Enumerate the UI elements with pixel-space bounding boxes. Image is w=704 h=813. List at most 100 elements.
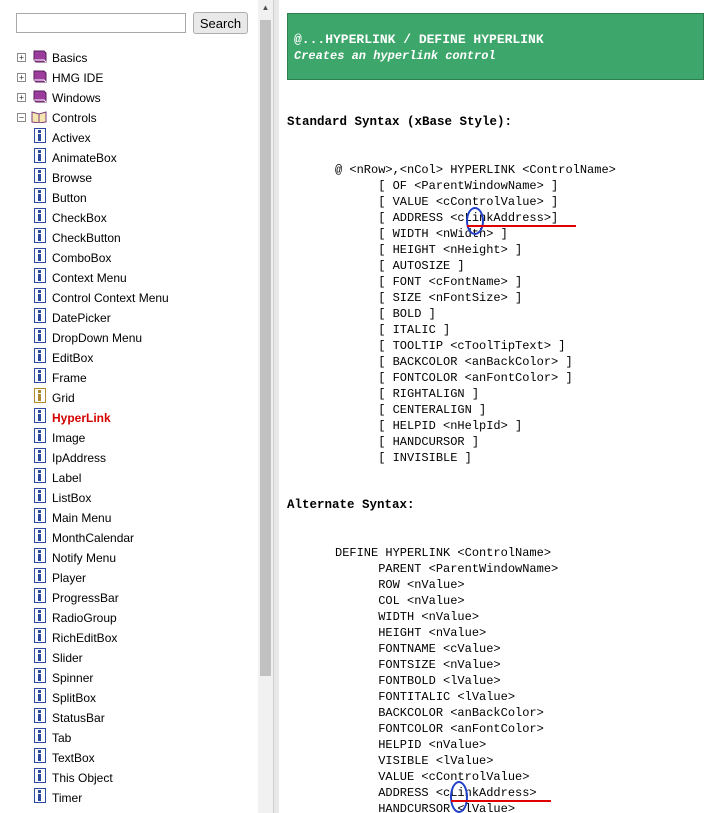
tree-item-statusbar[interactable]: StatusBar bbox=[0, 707, 250, 727]
tree-item-label: EditBox bbox=[52, 351, 94, 365]
tree-item-notify-menu[interactable]: Notify Menu bbox=[0, 547, 250, 567]
topic-page-icon bbox=[34, 288, 46, 303]
tree-item-context-menu[interactable]: Context Menu bbox=[0, 267, 250, 287]
tree-item-frame[interactable]: Frame bbox=[0, 367, 250, 387]
topic-page-icon bbox=[34, 508, 46, 523]
tree-item-label[interactable]: Label bbox=[0, 467, 250, 487]
syntax-line: PARENT <ParentWindowName> bbox=[335, 562, 559, 576]
tree-item-spinner[interactable]: Spinner bbox=[0, 667, 250, 687]
topic-subtitle: Creates an hyperlink control bbox=[294, 49, 496, 63]
tree-folder-label: Basics bbox=[52, 51, 88, 65]
annotation-underline bbox=[467, 225, 576, 227]
tree-item-hyperlink[interactable]: HyperLink bbox=[0, 407, 250, 427]
tree-item-richeditbox[interactable]: RichEditBox bbox=[0, 627, 250, 647]
topic-page-icon bbox=[34, 168, 46, 183]
annotation-circle-2 bbox=[450, 781, 468, 813]
syntax-line: [ CENTERALIGN ] bbox=[335, 403, 487, 417]
tree-item-grid[interactable]: Grid bbox=[0, 387, 250, 407]
collapse-icon[interactable]: − bbox=[17, 113, 26, 122]
expand-icon[interactable]: + bbox=[17, 53, 26, 62]
syntax-line: [ HANDCURSOR ] bbox=[335, 435, 480, 449]
syntax-line: [ HEIGHT <nHeight> ] bbox=[335, 243, 523, 257]
tree-item-radiogroup[interactable]: RadioGroup bbox=[0, 607, 250, 627]
syntax-line: WIDTH <nValue> bbox=[335, 610, 480, 624]
topic-page-icon bbox=[34, 768, 46, 783]
tree-item-listbox[interactable]: ListBox bbox=[0, 487, 250, 507]
topic-page-icon bbox=[34, 148, 46, 163]
content-pane: @...HYPERLINK / DEFINE HYPERLINK Creates… bbox=[279, 0, 704, 813]
tree-item-timer[interactable]: Timer bbox=[0, 787, 250, 807]
tree-item-label: Spinner bbox=[52, 671, 94, 685]
topic-banner: @...HYPERLINK / DEFINE HYPERLINK Creates… bbox=[287, 13, 704, 80]
tree-item-label: RichEditBox bbox=[52, 631, 118, 645]
tree-item-label: Frame bbox=[52, 371, 87, 385]
tree-item-splitbox[interactable]: SplitBox bbox=[0, 687, 250, 707]
expand-icon[interactable]: + bbox=[17, 73, 26, 82]
expand-icon[interactable]: + bbox=[17, 93, 26, 102]
topic-title: @...HYPERLINK / DEFINE HYPERLINK bbox=[294, 32, 544, 47]
tree-item-checkbox[interactable]: CheckBox bbox=[0, 207, 250, 227]
syntax-line: FONTCOLOR <anFontColor> bbox=[335, 722, 544, 736]
syntax-line: COL <nValue> bbox=[335, 594, 465, 608]
tree-item-combobox[interactable]: ComboBox bbox=[0, 247, 250, 267]
topic-page-icon bbox=[34, 228, 46, 243]
annotation-circle bbox=[466, 207, 484, 235]
tree-item-animatebox[interactable]: AnimateBox bbox=[0, 147, 250, 167]
topic-page-icon bbox=[34, 608, 46, 623]
syntax-line: VISIBLE <lValue> bbox=[335, 754, 494, 768]
tree-item-slider[interactable]: Slider bbox=[0, 647, 250, 667]
topic-page-icon bbox=[34, 688, 46, 703]
tree-item-label: Notify Menu bbox=[52, 551, 117, 565]
topic-page-icon bbox=[34, 408, 46, 423]
tree-folder-basics[interactable]: + Basics bbox=[0, 47, 250, 67]
tree-item-player[interactable]: Player bbox=[0, 567, 250, 587]
topic-page-icon bbox=[34, 348, 46, 363]
tree-item-label: HyperLink bbox=[52, 411, 111, 425]
tree-folder-label: Controls bbox=[52, 111, 97, 125]
topic-page-icon bbox=[34, 308, 46, 323]
tree-item-tab[interactable]: Tab bbox=[0, 727, 250, 747]
syntax-line: [ BOLD ] bbox=[335, 307, 436, 321]
book-icon bbox=[33, 50, 47, 63]
tree-item-textbox[interactable]: TextBox bbox=[0, 747, 250, 767]
tree-item-label: Main Menu bbox=[52, 511, 112, 525]
tree-item-image[interactable]: Image bbox=[0, 427, 250, 447]
navigation-pane: Search + Basics + HMG IDE + Windows − Controls A… bbox=[0, 0, 258, 813]
tree-item-this-object[interactable]: This Object bbox=[0, 767, 250, 787]
syntax-line: HEIGHT <nValue> bbox=[335, 626, 487, 640]
tree-folder-controls[interactable]: − Controls bbox=[0, 107, 250, 127]
tree-item-dropdown-menu[interactable]: DropDown Menu bbox=[0, 327, 250, 347]
topic-page-icon bbox=[34, 188, 46, 203]
topic-page-icon bbox=[34, 548, 46, 563]
tree-item-main-menu[interactable]: Main Menu bbox=[0, 507, 250, 527]
tree-item-checkbutton[interactable]: CheckButton bbox=[0, 227, 250, 247]
tree-item-browse[interactable]: Browse bbox=[0, 167, 250, 187]
tree-item-button[interactable]: Button bbox=[0, 187, 250, 207]
scrollbar-thumb[interactable] bbox=[260, 20, 271, 676]
tree-item-label: Timer bbox=[52, 791, 83, 805]
tree-item-monthcalendar[interactable]: MonthCalendar bbox=[0, 527, 250, 547]
tree-item-progressbar[interactable]: ProgressBar bbox=[0, 587, 250, 607]
scroll-up-arrow-icon[interactable]: ▲ bbox=[258, 0, 273, 16]
syntax-line: [ OF <ParentWindowName> ] bbox=[335, 179, 559, 193]
nav-scrollbar[interactable]: ▲ bbox=[258, 0, 273, 813]
syntax-line: [ ITALIC ] bbox=[335, 323, 451, 337]
topic-page-icon bbox=[34, 588, 46, 603]
syntax-line: VALUE <cControlValue> bbox=[335, 770, 530, 784]
tree-item-control-context-menu[interactable]: Control Context Menu bbox=[0, 287, 250, 307]
tree-item-datepicker[interactable]: DatePicker bbox=[0, 307, 250, 327]
tree-item-activex[interactable]: Activex bbox=[0, 127, 250, 147]
syntax-line: [ BACKCOLOR <anBackColor> ] bbox=[335, 355, 573, 369]
tree-item-ipaddress[interactable]: IpAddress bbox=[0, 447, 250, 467]
open-book-icon bbox=[31, 111, 47, 123]
search-input[interactable] bbox=[16, 13, 186, 33]
tree-folder-hmg-ide[interactable]: + HMG IDE bbox=[0, 67, 250, 87]
tree-item-label: Tab bbox=[52, 731, 72, 745]
search-button[interactable]: Search bbox=[193, 12, 248, 34]
tree-item-label: Activex bbox=[52, 131, 91, 145]
tree-item-label: Image bbox=[52, 431, 86, 445]
book-icon bbox=[33, 70, 47, 83]
tree-item-editbox[interactable]: EditBox bbox=[0, 347, 250, 367]
tree-item-label: DatePicker bbox=[52, 311, 111, 325]
tree-folder-windows[interactable]: + Windows bbox=[0, 87, 250, 107]
